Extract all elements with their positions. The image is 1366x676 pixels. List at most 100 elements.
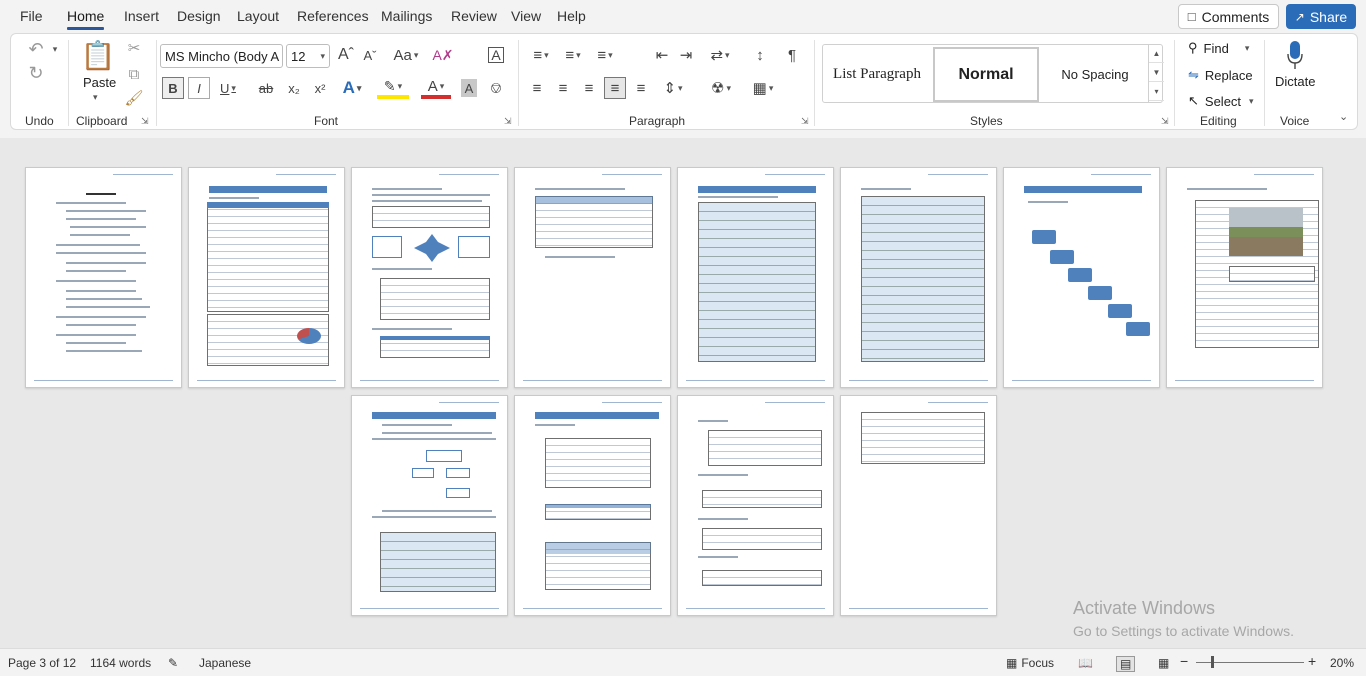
change-case-icon[interactable]: Aa ▾ [389, 44, 423, 66]
strikethrough-button[interactable]: ab [255, 77, 277, 99]
font-size-combo[interactable]: 12 ▾ [286, 44, 330, 68]
clipboard-launcher-icon[interactable]: ⇲ [141, 116, 149, 127]
character-border-icon[interactable]: A [488, 47, 504, 63]
decrease-indent-icon[interactable]: ⇤ [651, 44, 673, 66]
align-right-icon[interactable]: ≡ [578, 77, 600, 99]
tab-file[interactable]: File [20, 8, 43, 24]
zoom-level[interactable]: 20% [1330, 656, 1354, 670]
font-color-icon[interactable]: A ▾ [421, 77, 451, 99]
read-mode-icon[interactable]: 📖 [1078, 656, 1093, 670]
increase-indent-icon[interactable]: ⇥ [675, 44, 697, 66]
collapse-ribbon-icon[interactable]: ⌄ [1339, 110, 1348, 123]
page-thumbnail[interactable] [1166, 167, 1323, 388]
paste-label[interactable]: Paste [83, 75, 116, 90]
undo-dropdown[interactable]: ▾ [49, 42, 59, 56]
paragraph-group-label: Paragraph [629, 114, 686, 128]
shrink-font-icon[interactable]: Aˇ [359, 44, 381, 66]
style-list-paragraph[interactable]: List Paragraph [825, 47, 929, 102]
tab-help[interactable]: Help [557, 8, 586, 24]
focus-button[interactable]: ▦ Focus [1006, 656, 1054, 670]
replace-button[interactable]: ⇋ Replace [1188, 67, 1253, 83]
show-formatting-icon[interactable]: ¶ [781, 44, 803, 66]
page-count[interactable]: Page 3 of 12 [8, 656, 76, 670]
style-no-spacing[interactable]: No Spacing [1043, 47, 1147, 102]
undo-icon[interactable]: ↶ [23, 38, 49, 60]
borders-icon[interactable]: ▦ ▾ [747, 77, 779, 99]
copy-icon[interactable]: ⧉ [123, 64, 145, 84]
tab-review[interactable]: Review [451, 8, 497, 24]
shading-icon[interactable]: ☢ ▾ [705, 77, 737, 99]
styles-more-icon[interactable]: ▾ [1149, 82, 1164, 101]
menu-bar: File Home Insert Design Layout Reference… [0, 0, 1366, 33]
page-thumbnail[interactable] [514, 167, 671, 388]
tab-view[interactable]: View [511, 8, 541, 24]
styles-up-icon[interactable]: ▲ [1149, 44, 1164, 63]
tab-references[interactable]: References [297, 8, 369, 24]
numbering-icon[interactable]: ≡ ▾ [558, 44, 588, 66]
language-status[interactable]: Japanese [199, 656, 251, 670]
cut-icon[interactable]: ✂ [123, 38, 145, 58]
page-thumbnail[interactable] [514, 395, 671, 616]
comments-button[interactable]: □ Comments [1178, 4, 1279, 29]
paste-icon[interactable]: 📋 [81, 38, 116, 72]
tab-layout[interactable]: Layout [237, 8, 279, 24]
underline-button[interactable]: U ▾ [214, 77, 242, 99]
page-thumbnail[interactable] [677, 167, 834, 388]
proofing-status[interactable]: ✎ [168, 656, 178, 670]
page-thumbnail[interactable] [351, 395, 508, 616]
find-button[interactable]: ⚲ Find ▾ [1188, 40, 1249, 56]
page-thumbnail[interactable] [840, 395, 997, 616]
bullets-icon[interactable]: ≡ ▾ [526, 44, 556, 66]
page-thumbnail[interactable] [188, 167, 345, 388]
select-button[interactable]: ↖ Select ▾ [1188, 93, 1254, 109]
character-shading-icon[interactable]: A [461, 79, 477, 97]
page-thumbnail[interactable] [677, 395, 834, 616]
subscript-button[interactable]: x₂ [283, 77, 305, 99]
tab-design[interactable]: Design [177, 8, 221, 24]
clear-formatting-icon[interactable]: A✗ [431, 44, 455, 66]
voice-group-label: Voice [1280, 114, 1310, 128]
text-effects-icon[interactable]: A ▾ [337, 77, 367, 99]
align-left-icon[interactable]: ≡ [526, 77, 548, 99]
grow-font-icon[interactable]: Aˆ [335, 44, 357, 66]
page-thumbnail[interactable] [351, 167, 508, 388]
tab-insert[interactable]: Insert [124, 8, 159, 24]
zoom-in-icon[interactable]: + [1308, 653, 1316, 669]
page-thumbnail[interactable] [25, 167, 182, 388]
paste-dropdown[interactable]: ▾ [93, 92, 98, 103]
bold-button[interactable]: B [162, 77, 184, 99]
sort-icon[interactable]: ↕ [749, 44, 771, 66]
format-painter-icon[interactable]: 🖌 [123, 88, 145, 108]
web-layout-icon[interactable]: ▦ [1158, 656, 1169, 670]
font-launcher-icon[interactable]: ⇲ [504, 116, 512, 127]
italic-button[interactable]: I [188, 77, 210, 99]
document-area[interactable] [0, 138, 1366, 648]
dictate-label[interactable]: Dictate [1275, 74, 1315, 89]
styles-scroll: ▲ ▼ ▾ [1148, 44, 1164, 103]
zoom-out-icon[interactable]: − [1180, 653, 1188, 669]
styles-launcher-icon[interactable]: ⇲ [1161, 116, 1169, 127]
enclose-characters-icon[interactable]: ⎊ [485, 77, 507, 99]
align-center-icon[interactable]: ≡ [552, 77, 574, 99]
font-name-combo[interactable]: MS Mincho (Body A [160, 44, 283, 68]
page-thumbnail[interactable] [1003, 167, 1160, 388]
microphone-icon[interactable] [1281, 38, 1309, 72]
print-layout-icon[interactable]: ▤ [1116, 656, 1136, 672]
style-normal[interactable]: Normal [933, 47, 1039, 102]
paragraph-launcher-icon[interactable]: ⇲ [801, 116, 809, 127]
share-button[interactable]: ↗ Share [1286, 4, 1356, 29]
line-spacing-icon[interactable]: ⇕ ▾ [657, 77, 689, 99]
superscript-button[interactable]: x² [309, 77, 331, 99]
distributed-icon[interactable]: ≡ [630, 77, 652, 99]
zoom-slider-thumb[interactable] [1211, 656, 1214, 668]
text-direction-icon[interactable]: ⇄ ▾ [705, 44, 735, 66]
redo-icon[interactable]: ↻ [23, 62, 49, 84]
tab-home[interactable]: Home [67, 8, 105, 30]
justify-icon[interactable]: ≡ [604, 77, 626, 99]
multilevel-list-icon[interactable]: ≡ ▾ [590, 44, 620, 66]
tab-mailings[interactable]: Mailings [381, 8, 432, 24]
page-thumbnail[interactable] [840, 167, 997, 388]
word-count[interactable]: 1164 words [90, 656, 151, 670]
highlight-icon[interactable]: ✎ ▾ [377, 77, 409, 99]
styles-down-icon[interactable]: ▼ [1149, 63, 1164, 82]
